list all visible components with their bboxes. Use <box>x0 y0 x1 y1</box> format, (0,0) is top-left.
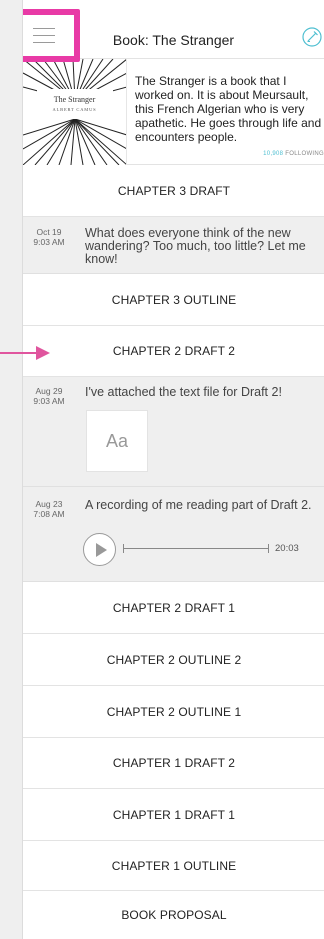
doc-row-book-proposal[interactable]: BOOK PROPOSAL <box>23 891 324 939</box>
doc-row-label: CHAPTER 1 DRAFT 1 <box>112 807 236 822</box>
book-panel: Book: The Stranger The Stranger ALBERT C… <box>22 0 324 939</box>
play-icon[interactable] <box>83 533 116 566</box>
doc-row-chapter-1-draft-1[interactable]: CHAPTER 1 DRAFT 1 <box>23 789 324 841</box>
comment-date: Aug 23 7:08 AM <box>33 499 65 519</box>
doc-row-chapter-1-outline[interactable]: CHAPTER 1 OUTLINE <box>23 841 324 891</box>
comment-text: What does everyone think of the new wand… <box>85 226 306 266</box>
comment-date: Aug 29 9:03 AM <box>33 386 65 406</box>
followers-label: FOLLOWING <box>285 151 324 157</box>
header: Book: The Stranger <box>23 0 324 62</box>
doc-row-label: CHAPTER 1 DRAFT 2 <box>112 756 236 770</box>
doc-row-chapter-3-draft[interactable]: CHAPTER 3 DRAFT <box>23 166 324 217</box>
doc-row-chapter-2-draft-2[interactable]: CHAPTER 2 DRAFT 2 <box>23 326 324 377</box>
doc-row-label: CHAPTER 2 OUTLINE 2 <box>106 652 242 667</box>
audio-duration: 20:03 <box>275 543 299 554</box>
doc-row-chapter-1-draft-2[interactable]: CHAPTER 1 DRAFT 2 <box>23 738 324 789</box>
comment-date: Oct 19 9:03 AM <box>33 227 65 247</box>
doc-row-chapter-2-outline-2[interactable]: CHAPTER 2 OUTLINE 2 <box>23 634 324 686</box>
comment-text: I've attached the text file for Draft 2! <box>85 385 282 399</box>
doc-row-label: CHAPTER 3 OUTLINE <box>111 292 237 307</box>
book-info: The Stranger ALBERT CAMUS The Stranger i… <box>23 59 324 165</box>
doc-row-label: CHAPTER 2 DRAFT 1 <box>112 600 236 615</box>
comment-text: A recording of me reading part of Draft … <box>85 498 312 512</box>
doc-row-label: BOOK PROPOSAL <box>121 908 227 922</box>
cover-title: The Stranger <box>53 95 96 104</box>
doc-row-chapter-3-outline[interactable]: CHAPTER 3 OUTLINE <box>23 274 324 326</box>
doc-row-label: CHAPTER 2 DRAFT 2 <box>112 344 236 358</box>
doc-row-label: CHAPTER 3 DRAFT <box>117 184 231 198</box>
doc-row-chapter-2-draft-1[interactable]: CHAPTER 2 DRAFT 1 <box>23 582 324 634</box>
menu-highlight-box <box>23 9 80 62</box>
followers-stat[interactable]: 10,908 FOLLOWING <box>263 151 324 157</box>
comment-aug-29: Aug 29 9:03 AM I've attached the text fi… <box>23 377 324 487</box>
doc-row-chapter-2-outline-1[interactable]: CHAPTER 2 OUTLINE 1 <box>23 686 324 738</box>
doc-row-label: CHAPTER 1 OUTLINE <box>111 858 237 873</box>
book-cover[interactable]: The Stranger ALBERT CAMUS <box>23 59 127 165</box>
cover-author: ALBERT CAMUS <box>52 107 97 112</box>
text-file-attachment[interactable]: Aa <box>86 410 148 472</box>
comment-oct-19: Oct 19 9:03 AM What does everyone think … <box>23 217 324 274</box>
book-description: The Stranger is a book that I worked on.… <box>135 74 322 144</box>
followers-count: 10,908 <box>263 151 284 157</box>
pointer-arrow-icon <box>0 346 50 360</box>
comment-aug-23: Aug 23 7:08 AM A recording of me reading… <box>23 487 324 582</box>
doc-row-label: CHAPTER 2 OUTLINE 1 <box>106 704 242 719</box>
edit-pencil-icon[interactable] <box>302 27 322 47</box>
audio-scrubber[interactable] <box>123 544 269 553</box>
left-gutter <box>0 0 22 939</box>
